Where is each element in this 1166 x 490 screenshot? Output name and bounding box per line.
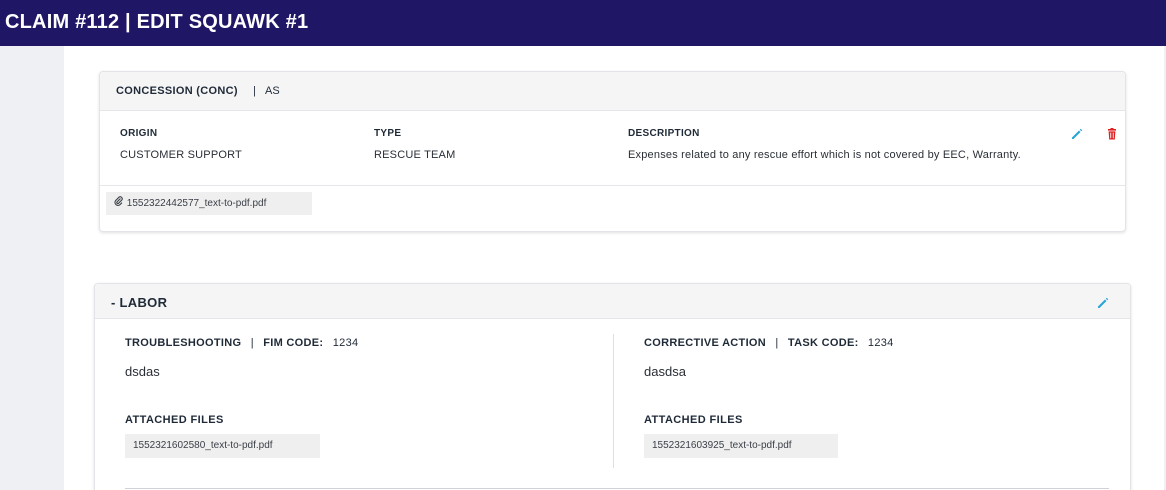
troubleshooting-separator: | [250, 337, 254, 349]
corrective-header: CORRECTIVE ACTION | TASK CODE: 1234 [644, 337, 894, 349]
attachment-chip[interactable]: 1552322442577_text-to-pdf.pdf [106, 192, 312, 215]
troubleshooting-filename: 1552321602580_text-to-pdf.pdf [133, 440, 273, 451]
attachment-filename: 1552322442577_text-to-pdf.pdf [126, 198, 267, 210]
page-title: CLAIM #112 | EDIT SQUAWK #1 [5, 11, 309, 33]
left-sidebar-rail [0, 46, 64, 490]
paperclip-icon [114, 192, 124, 215]
labor-bottom-divider [125, 488, 1109, 489]
description-label: DESCRIPTION [628, 128, 700, 139]
corrective-file-chip[interactable]: 1552321603925_text-to-pdf.pdf [644, 434, 838, 458]
troubleshooting-label: TROUBLESHOOTING [125, 337, 242, 349]
labor-card: - LABOR TROUBLESHOOTING | FIM CODE: 1234… [94, 283, 1131, 490]
troubleshooting-text: dsdas [125, 364, 160, 379]
corrective-separator: | [775, 337, 779, 349]
corrective-label: CORRECTIVE ACTION [644, 337, 767, 349]
task-code-label: TASK CODE: [787, 337, 859, 349]
troubleshooting-file-chip[interactable]: 1552321602580_text-to-pdf.pdf [125, 434, 320, 458]
pencil-icon[interactable] [1096, 296, 1110, 310]
origin-label: ORIGIN [120, 128, 158, 139]
concession-card: CONCESSION (CONC) | AS ORIGIN CUSTOMER S… [99, 71, 1126, 232]
type-label: TYPE [374, 128, 402, 139]
description-value: Expenses related to any rescue effort wh… [628, 149, 1021, 161]
concession-code: AS [265, 85, 280, 97]
top-header-bar: CLAIM #112 | EDIT SQUAWK #1 [0, 0, 1166, 46]
corrective-attached-label: ATTACHED FILES [644, 414, 743, 426]
trash-icon[interactable] [1105, 127, 1119, 141]
column-divider [613, 334, 614, 468]
troubleshooting-attached-label: ATTACHED FILES [125, 414, 224, 426]
corrective-filename: 1552321603925_text-to-pdf.pdf [652, 440, 792, 451]
concession-row-divider [100, 185, 1125, 186]
labor-card-header: - LABOR [95, 284, 1130, 319]
fim-code-label: FIM CODE: [263, 337, 324, 349]
concession-separator: | [253, 85, 256, 97]
corrective-text: dasdsa [644, 364, 686, 379]
concession-card-header: CONCESSION (CONC) | AS [100, 72, 1125, 111]
pencil-icon[interactable] [1070, 127, 1084, 141]
fim-code-value: 1234 [332, 337, 359, 349]
labor-toggle[interactable]: - LABOR [111, 295, 167, 310]
type-value: RESCUE TEAM [374, 149, 456, 161]
task-code-value: 1234 [867, 337, 894, 349]
origin-value: CUSTOMER SUPPORT [120, 149, 242, 161]
troubleshooting-header: TROUBLESHOOTING | FIM CODE: 1234 [125, 337, 358, 349]
concession-title: CONCESSION (CONC) [116, 85, 238, 97]
